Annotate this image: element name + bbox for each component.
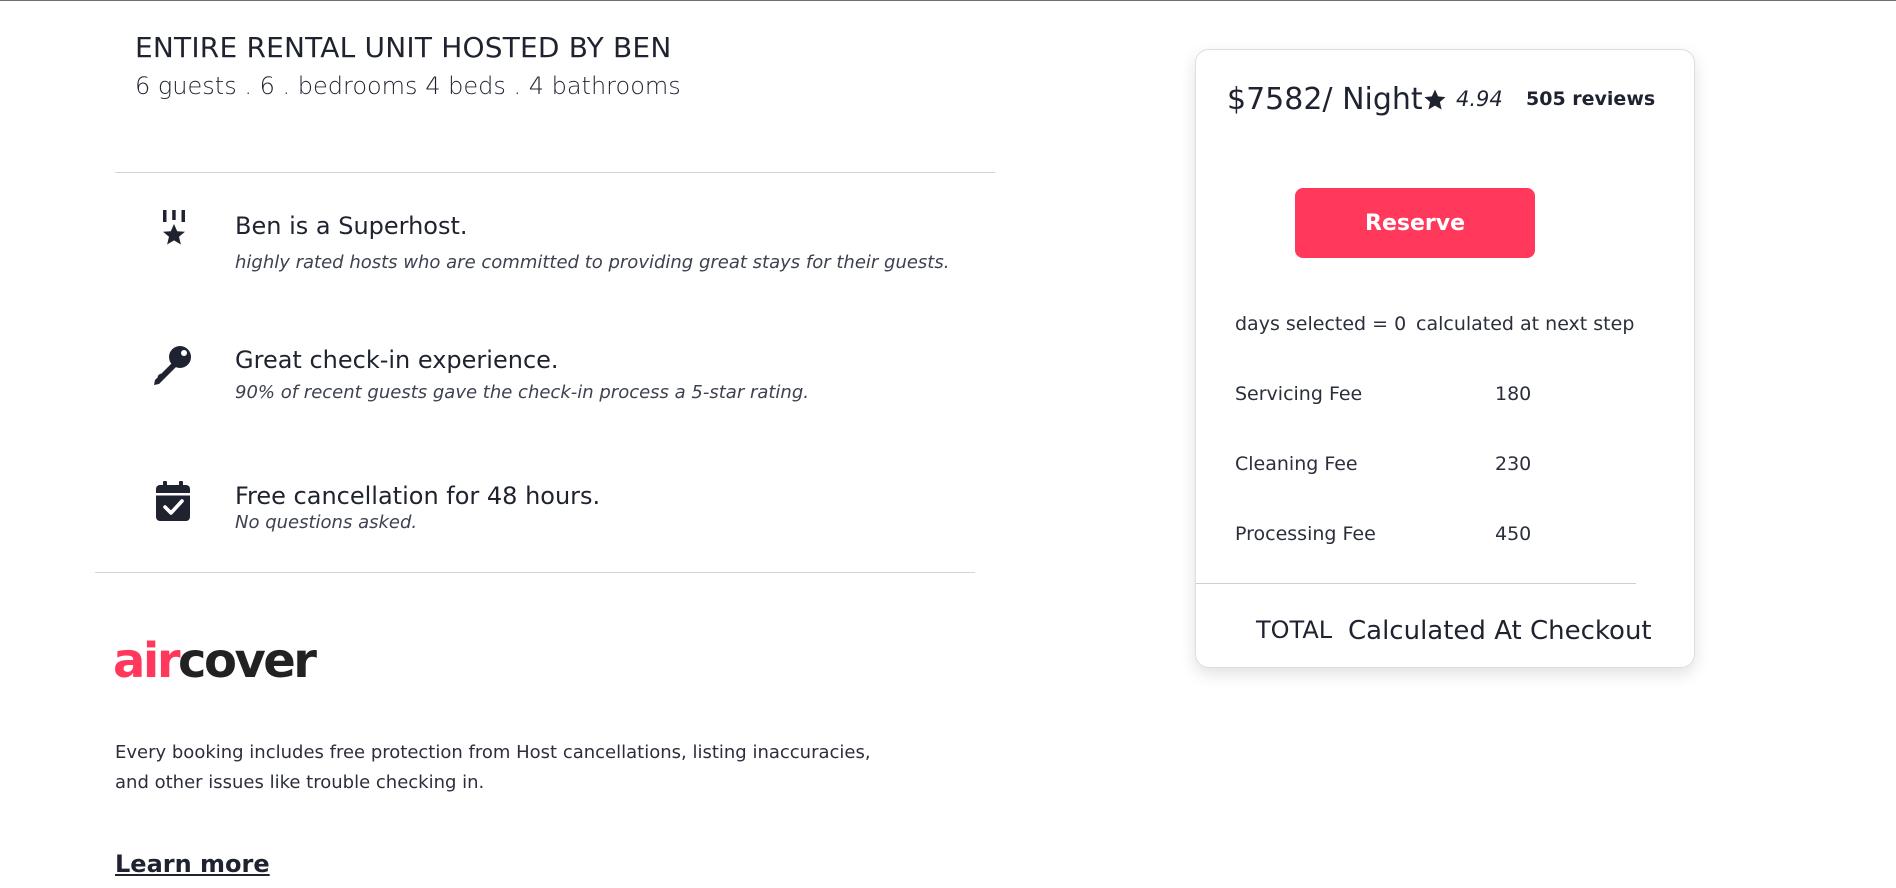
listing-summary: 6 guests . 6 . bedrooms 4 beds . 4 bathr…: [135, 72, 681, 100]
rating-value: 4.94: [1456, 87, 1503, 111]
days-selected-label: days selected = 0: [1235, 313, 1407, 335]
feature-cancellation: Free cancellation for 48 hours. No quest…: [150, 478, 990, 568]
key-icon: [150, 342, 198, 390]
card-divider: [1196, 583, 1636, 584]
star-icon: [1423, 88, 1447, 112]
divider: [115, 172, 995, 173]
divider: [95, 572, 975, 573]
reviews-count[interactable]: 505 reviews: [1526, 88, 1655, 110]
fee-label-cleaning: Cleaning Fee: [1235, 453, 1358, 475]
feature-superhost: Ben is a Superhost. highly rated hosts w…: [150, 208, 990, 298]
booking-card: $7582/ Night 4.94 505 reviews Reserve da…: [1195, 49, 1695, 668]
fee-label-processing: Processing Fee: [1235, 523, 1376, 545]
top-border: [0, 0, 1896, 1]
fee-value-servicing: 180: [1495, 383, 1532, 405]
feature-checkin: Great check-in experience. 90% of recent…: [150, 342, 990, 432]
learn-more-link[interactable]: Learn more: [115, 850, 270, 878]
aircover-logo-air: air: [113, 633, 181, 689]
feature-description: highly rated hosts who are committed to …: [235, 252, 950, 273]
listing-title: ENTIRE RENTAL UNIT HOSTED BY BEN: [135, 31, 672, 64]
feature-title: Ben is a Superhost.: [235, 212, 468, 240]
aircover-description: Every booking includes free protection f…: [115, 742, 871, 793]
fee-value-cleaning: 230: [1495, 453, 1532, 475]
aircover-logo-cover: cover: [178, 633, 317, 689]
total-value: Calculated At Checkout: [1348, 616, 1652, 646]
fee-value-processing: 450: [1495, 523, 1532, 545]
aircover-logo: aircover: [113, 637, 317, 685]
feature-description: 90% of recent guests gave the check-in p…: [235, 382, 809, 403]
feature-title: Free cancellation for 48 hours.: [235, 482, 601, 510]
feature-description: No questions asked.: [235, 512, 418, 533]
nightly-price: $7582/ Night: [1227, 82, 1423, 117]
total-label: TOTAL: [1256, 616, 1333, 644]
reserve-button[interactable]: Reserve: [1295, 188, 1535, 258]
fee-label-servicing: Servicing Fee: [1235, 383, 1363, 405]
superhost-medal-icon: [150, 208, 198, 256]
feature-title: Great check-in experience.: [235, 346, 559, 374]
days-selected-value: calculated at next step: [1416, 313, 1635, 335]
calendar-check-icon: [150, 478, 198, 526]
